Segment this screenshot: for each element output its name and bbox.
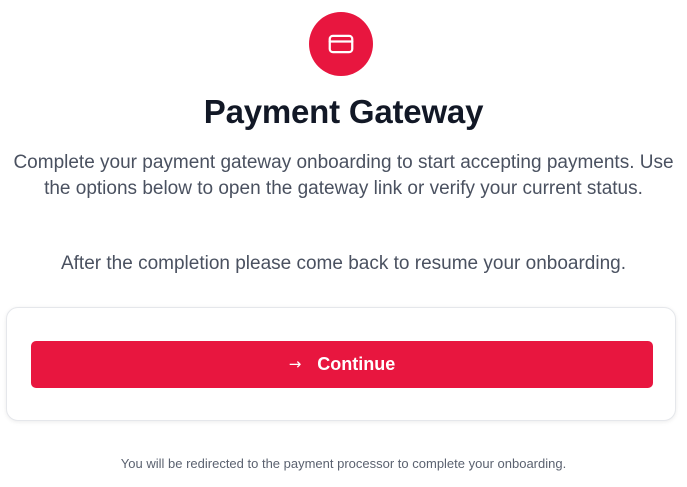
arrow-right-icon: → (288, 355, 302, 373)
credit-card-icon (328, 34, 354, 54)
payment-icon-badge (309, 12, 373, 76)
page-description: Complete your payment gateway onboarding… (13, 152, 674, 199)
action-card: → Continue (6, 307, 676, 421)
redirect-note: You will be redirected to the payment pr… (120, 456, 567, 471)
completion-instruction: After the completion please come back to… (60, 253, 627, 274)
continue-button[interactable]: → Continue (31, 341, 653, 388)
page-title: Payment Gateway (203, 93, 484, 130)
continue-button-label: Continue (317, 354, 396, 374)
